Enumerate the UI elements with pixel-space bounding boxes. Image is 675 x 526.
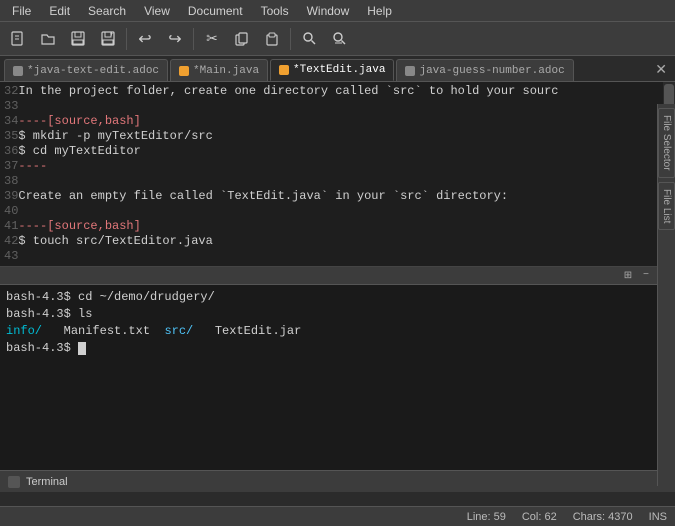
terminal-icon — [8, 476, 20, 488]
status-ins: INS — [649, 511, 667, 523]
editor-content: 32In the project folder, create one dire… — [0, 82, 675, 266]
tab-textedit-java[interactable]: *TextEdit.java — [270, 59, 394, 81]
tabs-close-button[interactable]: ✕ — [651, 60, 671, 81]
tab-label: java-guess-number.adoc — [419, 65, 564, 77]
content-area: 32In the project folder, create one dire… — [0, 82, 675, 506]
tab-main-java[interactable]: *Main.java — [170, 59, 268, 81]
tab-label: *Main.java — [193, 65, 259, 77]
tab-bar: *java-text-edit.adoc *Main.java *TextEdi… — [0, 56, 675, 82]
menu-document[interactable]: Document — [180, 2, 251, 20]
cut-button[interactable]: ✂ — [198, 26, 226, 52]
menu-help[interactable]: Help — [359, 2, 400, 20]
right-sidebar: File Selector File List — [657, 104, 675, 486]
terminal-label: Terminal — [26, 476, 68, 488]
new-button[interactable] — [4, 26, 32, 52]
menu-view[interactable]: View — [136, 2, 178, 20]
terminal-content: bash-4.3$ cd ~/demo/drudgery/ bash-4.3$ … — [0, 285, 675, 361]
toolbar-separator-3 — [290, 28, 291, 50]
toolbar-separator-2 — [193, 28, 194, 50]
redo-button[interactable]: ↪ — [161, 26, 189, 52]
save-as-button[interactable]: + — [94, 26, 122, 52]
toolbar-separator-1 — [126, 28, 127, 50]
menu-bar: File Edit Search View Document Tools Win… — [0, 0, 675, 22]
toolbar: + ↩ ↪ ✂ — [0, 22, 675, 56]
status-line: Line: 59 — [467, 511, 506, 523]
search-replace-button[interactable] — [325, 26, 353, 52]
main-layout: 32In the project folder, create one dire… — [0, 82, 675, 506]
menu-file[interactable]: File — [4, 2, 39, 20]
terminal-expand-button[interactable]: ⊞ — [621, 269, 635, 283]
tab-icon — [13, 66, 23, 76]
tab-icon — [179, 66, 189, 76]
status-chars: Chars: 4370 — [573, 511, 633, 523]
menu-tools[interactable]: Tools — [253, 2, 297, 20]
menu-edit[interactable]: Edit — [41, 2, 78, 20]
menu-window[interactable]: Window — [299, 2, 358, 20]
tab-label: *TextEdit.java — [293, 64, 385, 76]
copy-button[interactable] — [228, 26, 256, 52]
paste-button[interactable] — [258, 26, 286, 52]
tab-label: *java-text-edit.adoc — [27, 65, 159, 77]
tab-java-guess[interactable]: java-guess-number.adoc — [396, 59, 573, 81]
editor-area[interactable]: 32In the project folder, create one dire… — [0, 82, 675, 267]
status-col: Col: 62 — [522, 511, 557, 523]
terminal-area[interactable]: bash-4.3$ cd ~/demo/drudgery/ bash-4.3$ … — [0, 285, 675, 470]
tab-icon — [279, 65, 289, 75]
menu-search[interactable]: Search — [80, 2, 134, 20]
sidebar-tab-file-selector[interactable]: File Selector — [658, 108, 675, 178]
save-button[interactable] — [64, 26, 92, 52]
terminal-divider: ⊞ − ✕ — [0, 267, 675, 285]
terminal-label-bar: Terminal — [0, 470, 675, 492]
tab-icon — [405, 66, 415, 76]
search-button[interactable] — [295, 26, 323, 52]
tab-java-text-edit[interactable]: *java-text-edit.adoc — [4, 59, 168, 81]
open-button[interactable] — [34, 26, 62, 52]
terminal-shrink-button[interactable]: − — [639, 269, 653, 283]
status-bar: Line: 59 Col: 62 Chars: 4370 INS — [0, 506, 675, 526]
svg-text:+: + — [110, 32, 114, 38]
undo-button[interactable]: ↩ — [131, 26, 159, 52]
sidebar-tab-file-list[interactable]: File List — [658, 182, 675, 230]
